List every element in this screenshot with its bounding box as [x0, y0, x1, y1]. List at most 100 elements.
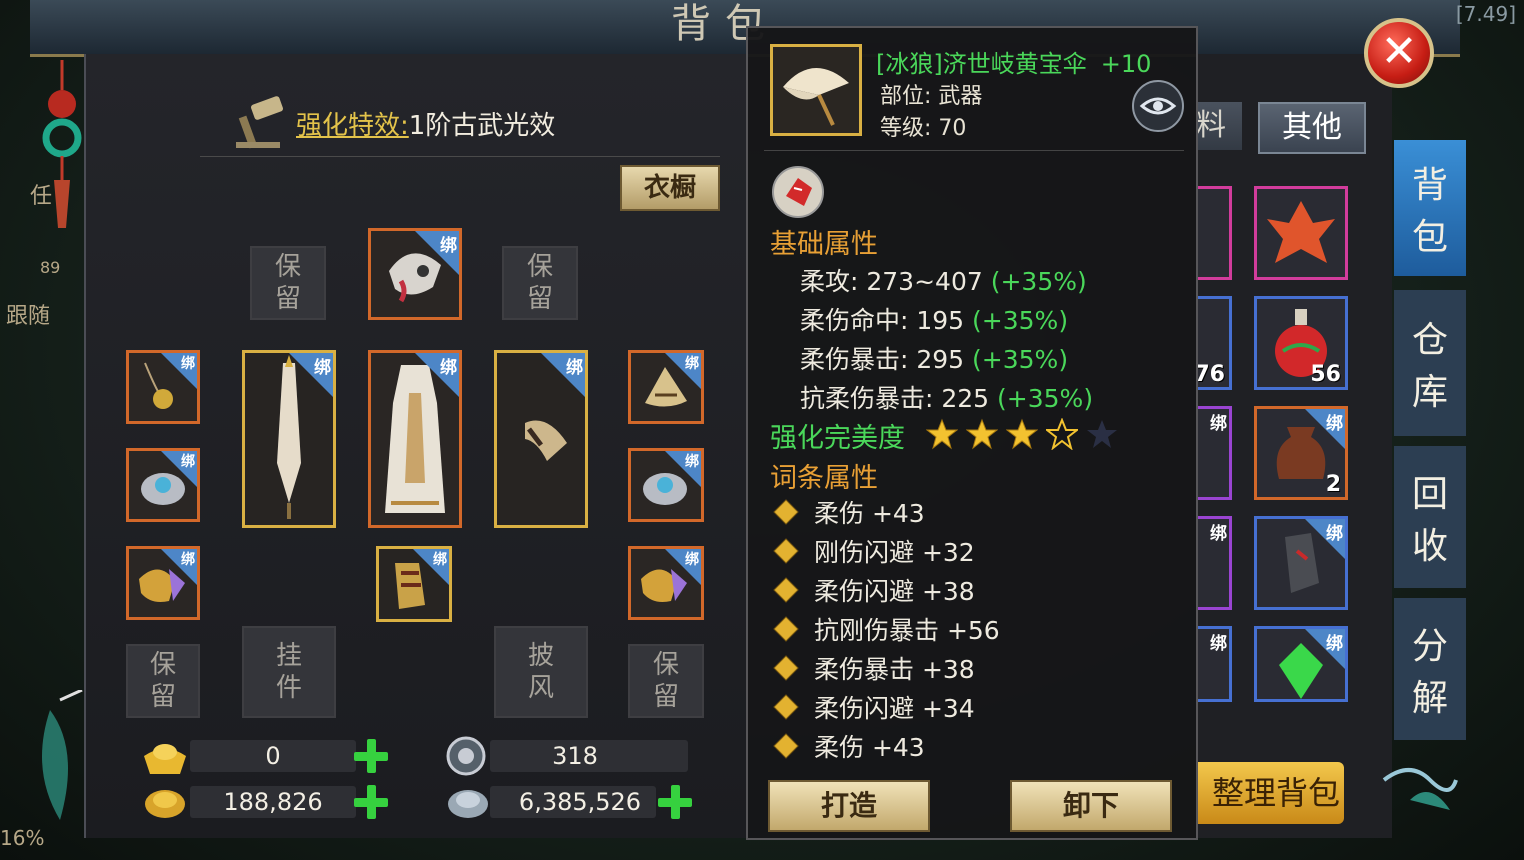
inventory-item[interactable]: 绑 2 [1254, 406, 1348, 500]
unequip-button[interactable]: 卸下 [1010, 780, 1172, 832]
close-icon: ✕ [1380, 26, 1418, 77]
diamond-icon [774, 617, 798, 641]
wing-ornament-slot-right[interactable]: 绑 [628, 546, 704, 620]
bind-label: 绑 [181, 552, 195, 568]
weapon-slot[interactable]: 绑 [242, 350, 336, 528]
boots-slot[interactable]: 绑 [376, 546, 452, 622]
gold-coin-icon [140, 780, 190, 824]
perfection-title: 强化完美度 [770, 423, 905, 454]
reserved-slot-top-right[interactable]: 保 留 [502, 246, 578, 320]
armor-slot[interactable]: 绑 [368, 350, 462, 528]
hat-slot[interactable]: 绑 [628, 350, 704, 424]
add-silver-button[interactable] [658, 785, 692, 819]
affix-text: 柔伤闪避 +34 [814, 694, 975, 723]
enhance-effect-row: 强化特效: 1阶古武光效 [232, 88, 555, 158]
leaf-decoration-icon [20, 688, 90, 824]
inventory-item-partial[interactable]: 绑 [1196, 626, 1232, 702]
stat-bonus: (+35%) [997, 384, 1094, 413]
eye-icon [1139, 97, 1177, 115]
wardrobe-button[interactable]: 衣橱 [620, 165, 720, 211]
tab-materials[interactable]: 料 [1196, 102, 1242, 150]
tooltip-item-icon [770, 44, 862, 136]
side-tab-label: 背 [1411, 165, 1448, 206]
offhand-slot[interactable]: 绑 [494, 350, 588, 528]
stat-line: 柔伤命中: 195 (+35%) [800, 301, 1068, 337]
stat-line: 抗柔伤暴击: 225 (+35%) [800, 379, 1093, 415]
top-right-readout: [7.49] [1455, 2, 1516, 26]
silver-value: 6,385,526 [518, 788, 642, 816]
reserved-slot-bottom-left[interactable]: 保 留 [126, 644, 200, 718]
umbrella-icon [783, 67, 849, 126]
inventory-item[interactable]: 绑 [1254, 516, 1348, 610]
tassel-ornament-icon [40, 60, 84, 230]
affix-title: 词条属性 [770, 463, 878, 494]
gold-ingot-icon [140, 734, 190, 778]
inventory-item-partial[interactable]: 绑 [1196, 516, 1232, 610]
star-locked-icon [1087, 420, 1117, 448]
necklace-slot[interactable]: 绑 [126, 350, 200, 424]
stat-line: 柔攻: 273~407 (+35%) [800, 262, 1087, 298]
inventory-item-partial[interactable]: 76 [1196, 296, 1232, 390]
inventory-item-partial[interactable]: 绑 [1196, 406, 1232, 500]
side-tab-decompose[interactable]: 分 解 [1394, 598, 1466, 740]
bind-label: 绑 [181, 356, 195, 372]
bracer-slot-right[interactable]: 绑 [628, 448, 704, 522]
star-empty-icon [1046, 418, 1078, 450]
token-icon [444, 734, 488, 778]
side-tab-recycle[interactable]: 回 收 [1394, 446, 1466, 588]
bind-label: 绑 [1210, 414, 1227, 434]
stat-label: 抗柔伤暴击: 225 [800, 384, 990, 413]
enhance-effect-link[interactable]: 强化特效: [296, 105, 409, 142]
add-gold-coin-button[interactable] [354, 785, 388, 819]
stat-label: 柔伤命中: 195 [800, 306, 965, 335]
affix-line: 柔伤 +43 [772, 494, 925, 530]
slot-label: 披 [527, 641, 554, 671]
affix-line: 刚伤闪避 +32 [772, 533, 975, 569]
inventory-item-partial[interactable] [1196, 186, 1232, 280]
affix-line: 柔伤闪避 +38 [772, 572, 975, 608]
divider [200, 156, 720, 157]
inventory-item[interactable]: 绑 [1254, 626, 1348, 702]
item-count: 76 [1196, 362, 1225, 387]
bind-label: 绑 [314, 358, 331, 378]
item-tooltip: [冰狼]济世岐黄宝伞 +10 部位: 武器 等级: 70 基础属性 柔攻: 273… [746, 26, 1198, 840]
affix-text: 柔伤 +43 [814, 499, 925, 528]
slot-label: 留 [652, 682, 679, 712]
inventory-item[interactable]: 56 [1254, 296, 1348, 390]
side-tab-warehouse[interactable]: 仓 库 [1394, 290, 1466, 436]
item-count: 2 [1325, 472, 1341, 497]
reserved-slot-top-left[interactable]: 保 留 [250, 246, 326, 320]
slot-label: 保 [274, 252, 301, 282]
item-name: [冰狼]济世岐黄宝伞 +10 [876, 44, 1151, 79]
affix-text: 柔伤暴击 +38 [814, 655, 975, 684]
diamond-icon [774, 656, 798, 680]
bracer-slot-left[interactable]: 绑 [126, 448, 200, 522]
pendant-slot[interactable]: 挂 件 [242, 626, 336, 718]
bind-label: 绑 [1210, 634, 1227, 654]
bg-text-3: 跟随 [6, 304, 51, 329]
helmet-slot[interactable]: 绑 [368, 228, 462, 320]
affix-line: 柔伤闪避 +34 [772, 689, 975, 725]
stat-label: 柔攻: 273~407 [800, 267, 983, 296]
affix-text: 柔伤闪避 +38 [814, 577, 975, 606]
star-filled-icon [966, 418, 998, 450]
tab-other[interactable]: 其他 [1258, 102, 1366, 154]
slot-label: 保 [652, 650, 679, 680]
stat-line: 柔伤暴击: 295 (+35%) [800, 340, 1068, 376]
affix-text: 柔伤 +43 [814, 733, 925, 762]
add-gold-ingot-button[interactable] [354, 739, 388, 773]
reserved-slot-bottom-right[interactable]: 保 留 [628, 644, 704, 718]
side-tab-bag[interactable]: 背 包 [1394, 140, 1466, 276]
close-button[interactable]: ✕ [1364, 18, 1434, 88]
tooltip-divider [764, 150, 1184, 151]
inventory-item[interactable] [1254, 186, 1348, 280]
wing-ornament-slot-left[interactable]: 绑 [126, 546, 200, 620]
silver-icon [444, 780, 492, 824]
bind-label: 绑 [181, 454, 195, 470]
item-count: 56 [1310, 362, 1341, 387]
sort-inventory-button[interactable]: 整理背包 [1196, 762, 1344, 824]
forge-button[interactable]: 打造 [768, 780, 930, 832]
preview-button[interactable] [1132, 80, 1184, 132]
cloak-slot[interactable]: 披 风 [494, 626, 588, 718]
item-name-text: [冰狼]济世岐黄宝伞 [876, 50, 1087, 78]
